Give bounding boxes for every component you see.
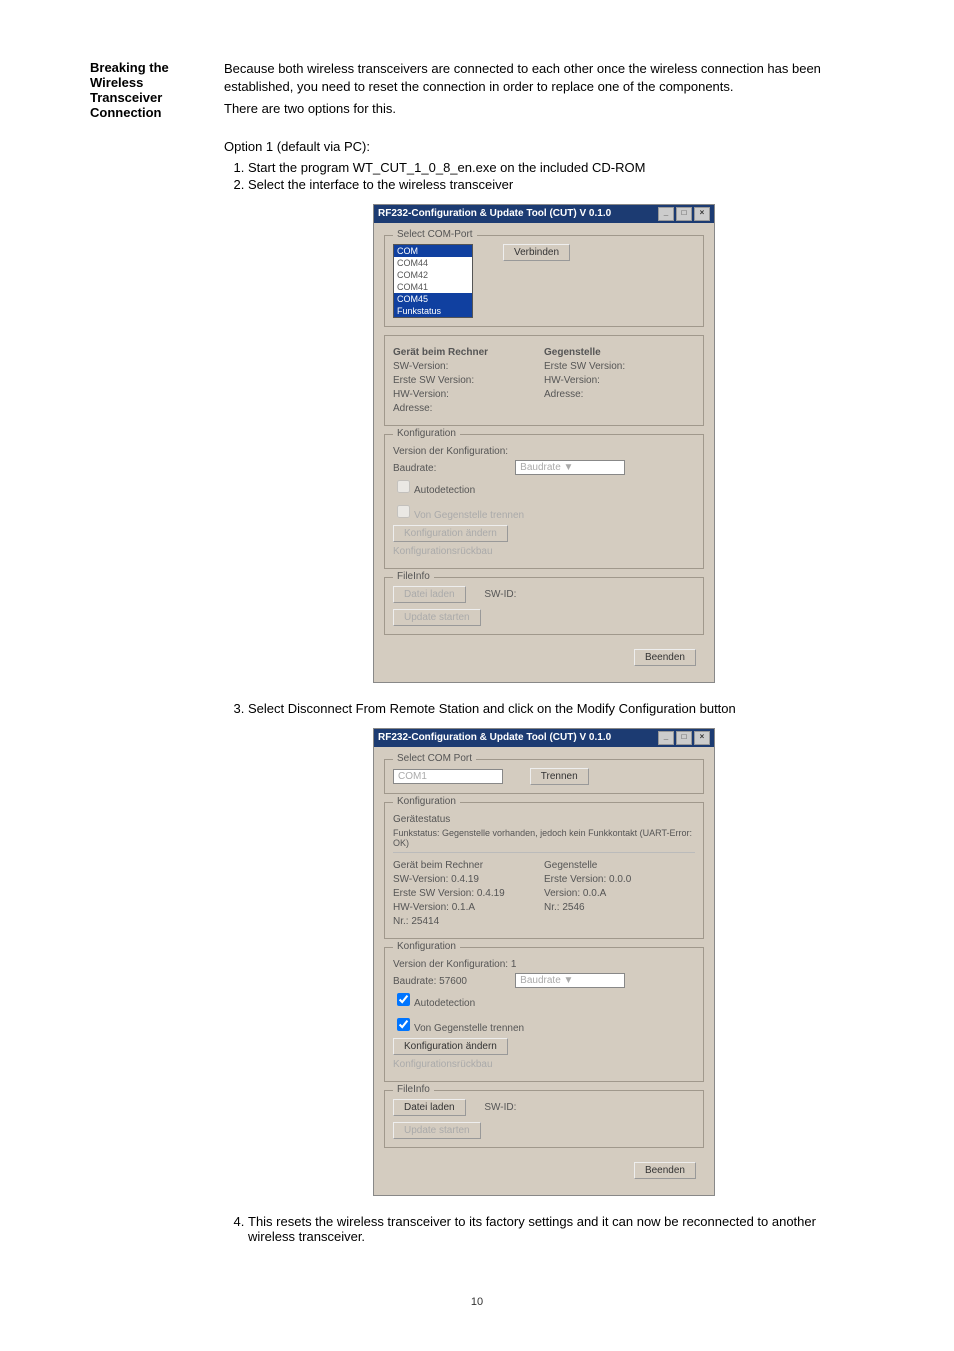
col-geraet-label: Gerät beim Rechner [393, 347, 544, 358]
window-title-2: RF232-Configuration & Update Tool (CUT) … [378, 732, 611, 743]
maximize-icon[interactable]: □ [676, 207, 692, 221]
autodetection-checkbox[interactable] [397, 480, 410, 493]
group-select-port-2: Select COM Port [393, 753, 476, 764]
option1-heading: Option 1 (default via PC): [224, 138, 864, 156]
separate-checkbox-2[interactable] [397, 1018, 410, 1031]
maximize-icon[interactable]: □ [676, 731, 692, 745]
separate-checkbox[interactable] [397, 505, 410, 518]
close-icon[interactable]: × [694, 207, 710, 221]
step-2: Select the interface to the wireless tra… [248, 177, 864, 192]
group-konfiguration-2: Konfiguration [393, 796, 460, 807]
step-4: This resets the wireless transceiver to … [248, 1214, 864, 1244]
konf-andern-button[interactable]: Konfiguration ändern [393, 525, 508, 542]
group-fileinfo: FileInfo [393, 571, 434, 582]
com-port-dropdown-2[interactable]: COM1 [393, 769, 503, 784]
screenshot-window-2: RF232-Configuration & Update Tool (CUT) … [373, 728, 715, 1196]
trennen-button[interactable]: Trennen [530, 768, 589, 785]
baudrate-dropdown-2[interactable]: Baudrate ▼ [515, 973, 625, 988]
group-fileinfo-2: FileInfo [393, 1084, 434, 1095]
page-number: 10 [90, 1296, 864, 1308]
baudrate-dropdown[interactable]: Baudrate ▼ [515, 460, 625, 475]
col-geraet-label-2: Gerät beim Rechner [393, 860, 544, 871]
konf-andern-button-2[interactable]: Konfiguration ändern [393, 1038, 508, 1055]
datei-laden-button[interactable]: Datei laden [393, 586, 466, 603]
datei-laden-button-2[interactable]: Datei laden [393, 1099, 466, 1116]
minimize-icon[interactable]: _ [658, 207, 674, 221]
beenden-button-2[interactable]: Beenden [634, 1162, 696, 1179]
intro-paragraph-2: There are two options for this. [224, 100, 864, 118]
update-starten-button-2[interactable]: Update starten [393, 1122, 481, 1139]
col-gegen-label: Gegenstelle [544, 347, 695, 358]
minimize-icon[interactable]: _ [658, 731, 674, 745]
verbinden-button[interactable]: Verbinden [503, 244, 570, 261]
step-1: Start the program WT_CUT_1_0_8_en.exe on… [248, 160, 864, 175]
group-konfig-2: Konfiguration [393, 941, 460, 952]
group-konfiguration: Konfiguration [393, 428, 460, 439]
screenshot-window-1: RF232-Configuration & Update Tool (CUT) … [373, 204, 715, 683]
update-starten-button[interactable]: Update starten [393, 609, 481, 626]
com-port-dropdown[interactable]: COM COM44 COM42 COM41 COM45 Funkstatus [393, 244, 473, 318]
close-icon[interactable]: × [694, 731, 710, 745]
group-select-port: Select COM-Port [393, 229, 477, 240]
autodetection-checkbox-2[interactable] [397, 993, 410, 1006]
intro-paragraph-1: Because both wireless transceivers are c… [224, 60, 864, 96]
beenden-button[interactable]: Beenden [634, 649, 696, 666]
step-3: Select Disconnect From Remote Station an… [248, 701, 864, 716]
col-gegen-label-2: Gegenstelle [544, 860, 695, 871]
side-heading: Breaking the Wireless Transceiver Connec… [90, 60, 200, 120]
window-title: RF232-Configuration & Update Tool (CUT) … [378, 208, 611, 219]
